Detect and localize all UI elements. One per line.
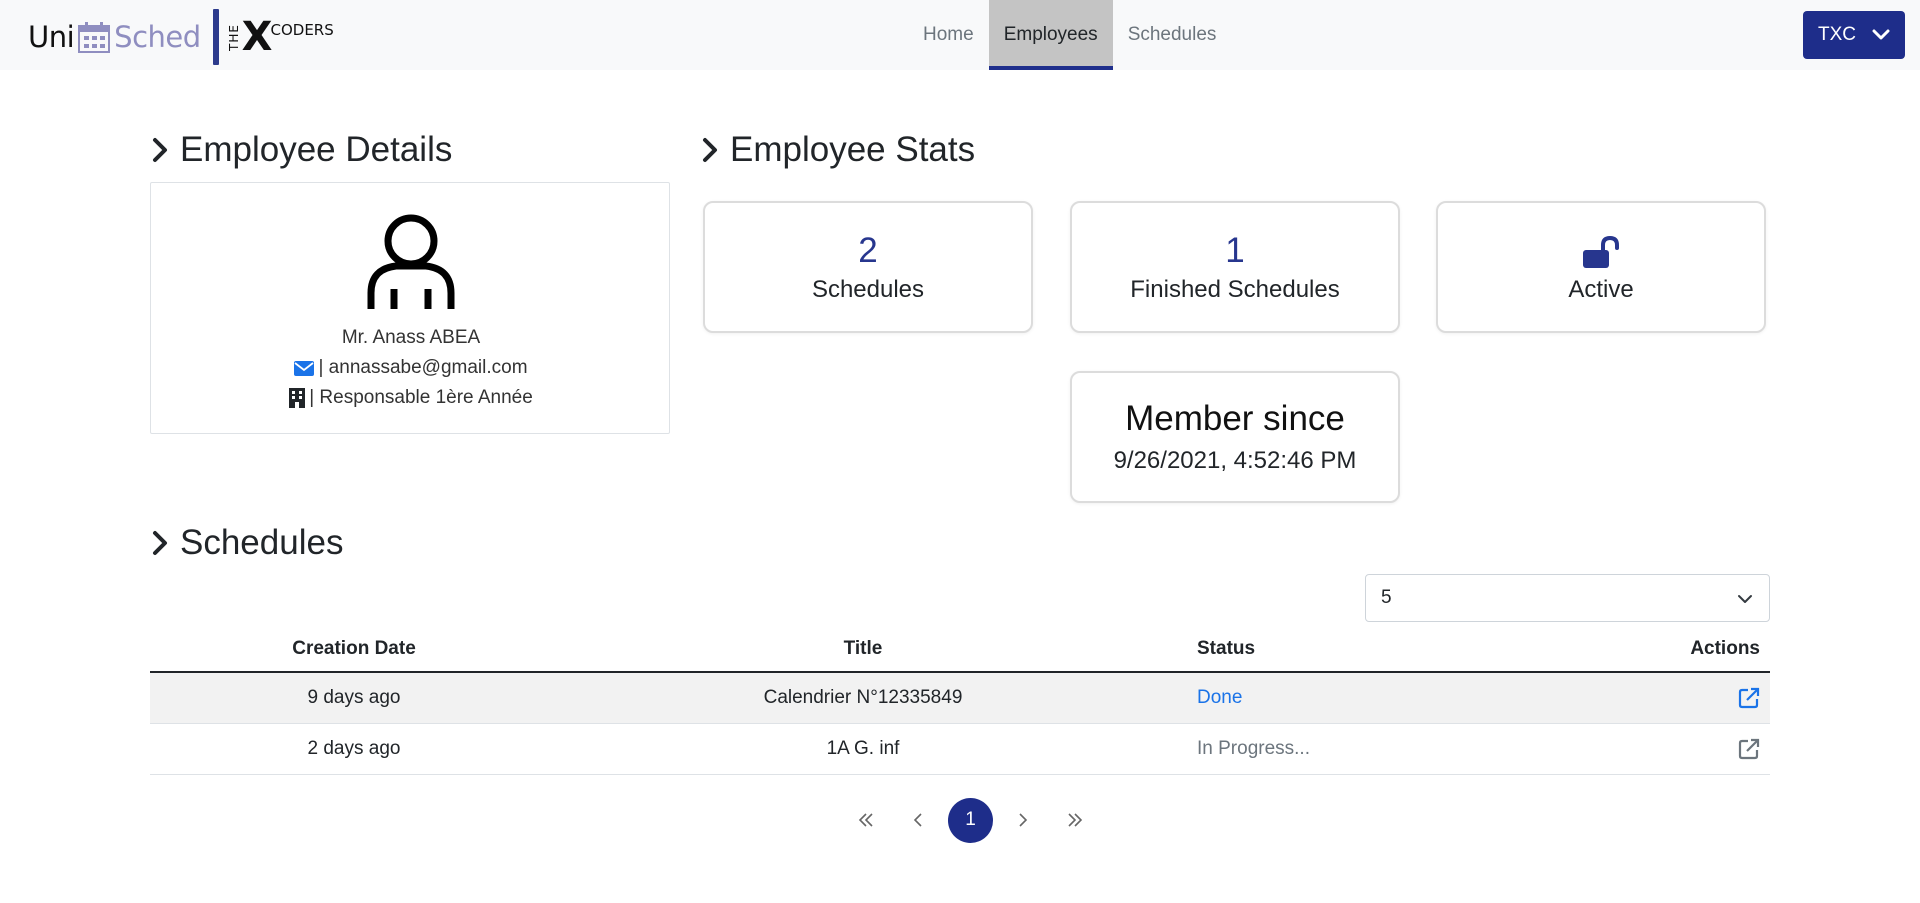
brand-x-text: X [241,14,273,60]
table-row: 9 days ago Calendrier N°12335849 Done [150,673,1770,724]
user-menu-label: TXC [1818,24,1856,45]
nav-home[interactable]: Home [908,0,989,70]
next-page-button[interactable] [997,797,1049,843]
schedules-count-label: Schedules [811,276,925,303]
nav-employees[interactable]: Employees [988,0,1113,70]
schedules-table: Creation Date Title Status Actions 9 day… [150,626,1770,775]
schedules-count: 2 [858,231,878,270]
status-label: Active [1568,276,1634,303]
envelope-icon [294,360,315,376]
cell-actions [1588,738,1770,760]
schedules-heading: Schedules [150,523,343,563]
chevron-down-icon [1872,29,1890,40]
external-link-icon[interactable] [1738,687,1760,709]
chevron-right-icon [153,531,167,555]
table-row: 2 days ago 1A G. inf In Progress... [150,724,1770,775]
brand-the-text: THE [226,23,241,51]
column-header-status[interactable]: Status [1168,638,1588,660]
employee-stats-title: Employee Stats [730,130,976,169]
stat-card-schedules: 2 Schedules [703,201,1033,333]
column-header-creation-date[interactable]: Creation Date [150,638,558,660]
cell-creation-date: 2 days ago [307,738,401,759]
first-page-button[interactable] [840,797,892,843]
member-since-date: 9/26/2021, 4:52:46 PM [1113,447,1357,474]
stat-card-member-since: Member since 9/26/2021, 4:52:46 PM [1070,371,1400,503]
nav-schedules[interactable]: Schedules [1113,0,1232,70]
member-since-title: Member since [1125,399,1345,438]
finished-count-label: Finished Schedules [1130,276,1340,303]
page-button-current[interactable]: 1 [948,797,993,843]
employee-email: | annassabe@gmail.com [318,357,528,378]
cell-creation-date: 9 days ago [307,687,401,708]
table-header: Creation Date Title Status Actions [150,626,1770,673]
employee-stats-heading: Employee Stats [700,130,975,170]
stat-card-finished: 1 Finished Schedules [1070,201,1400,333]
chevron-right-icon [703,138,717,162]
column-header-title[interactable]: Title [558,638,1168,660]
schedules-title: Schedules [180,523,344,562]
navbar: Uni Sched THE X CODERS Home Employees Sc… [0,0,1920,70]
last-page-button[interactable] [1049,797,1101,843]
double-chevron-left-icon [858,813,873,827]
nav-links: Home Employees Schedules [908,0,1231,70]
external-link-icon[interactable] [1738,738,1760,760]
employee-role-row: | Responsable 1ère Année [151,387,671,409]
cell-title: 1A G. inf [826,738,900,759]
brand-sched-text: Sched [114,20,201,54]
employee-details-title: Employee Details [180,130,453,169]
employee-role: | Responsable 1ère Année [309,387,533,408]
double-chevron-right-icon [1068,813,1083,827]
chevron-down-icon [1738,595,1752,603]
brand-coders-text: CODERS [270,21,334,39]
cell-status[interactable]: Done [1168,687,1588,709]
prev-page-button[interactable] [892,797,944,843]
page-size-value: 5 [1381,587,1392,608]
cell-title: Calendrier N°12335849 [763,687,963,708]
chevron-left-icon [913,813,922,827]
finished-count: 1 [1225,231,1245,270]
pagination: 1 [840,796,1101,844]
employee-name: Mr. Anass ABEA [341,327,481,348]
chevron-right-icon [153,138,167,162]
cell-status: In Progress... [1197,738,1310,759]
employee-email-row: | annassabe@gmail.com [151,357,671,379]
brand-divider [212,9,219,65]
column-header-actions: Actions [1690,637,1760,659]
lock-open-icon [1583,236,1619,268]
cell-actions [1588,687,1770,709]
user-menu-button[interactable]: TXC [1803,11,1905,59]
calendar-logo-icon [78,22,111,53]
employee-card: Mr. Anass ABEA | annassabe@gmail.com | R… [150,182,670,434]
building-icon [289,388,306,408]
stat-card-status: Active [1436,201,1766,333]
user-icon [367,214,455,309]
brand-uni-text: Uni [28,20,75,54]
employee-details-heading: Employee Details [150,130,452,170]
page-size-select[interactable]: 5 [1365,574,1770,622]
chevron-right-icon [1019,813,1028,827]
brand-logo[interactable]: Uni Sched THE X CODERS [28,9,334,65]
